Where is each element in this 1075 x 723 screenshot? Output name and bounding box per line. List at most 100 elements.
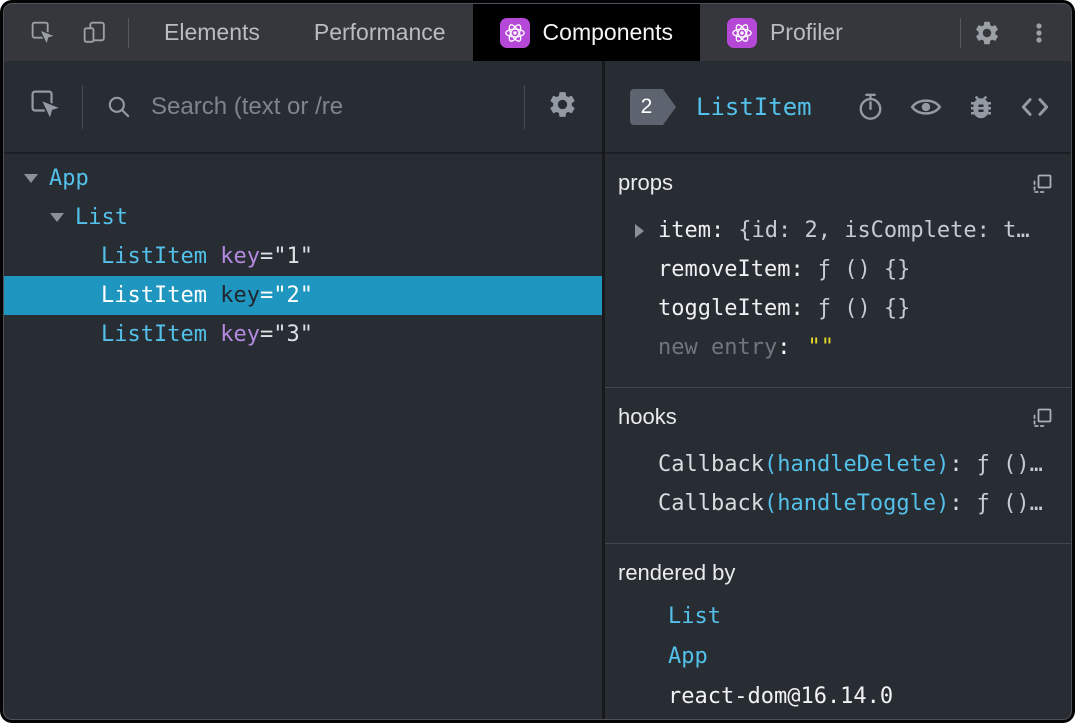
inspect-dom-eye-icon[interactable]	[909, 90, 943, 124]
inspected-element-panel: 2 ListItem props item: {id: 2, isComplet…	[605, 61, 1071, 719]
chevron-right-icon[interactable]	[635, 223, 644, 238]
suspense-stopwatch-icon[interactable]	[855, 91, 886, 122]
prop-value: {id: 2, isComplete: t…	[738, 218, 1030, 243]
rendered-by-title: rendered by	[618, 560, 736, 585]
owner-link[interactable]: App	[668, 644, 708, 669]
react-logo-icon	[726, 17, 757, 48]
toggle-device-toolbar-button[interactable]	[68, 4, 120, 61]
devtools-window: Elements Performance Components Profiler…	[3, 3, 1072, 720]
log-to-console-bug-icon[interactable]	[966, 92, 996, 122]
devtools-settings-button[interactable]	[961, 4, 1013, 61]
prop-key: removeItem:	[658, 257, 804, 282]
copy-icon	[1029, 174, 1055, 201]
tab-label: Profiler	[769, 19, 843, 45]
tree-toolbar	[4, 61, 602, 154]
tab-components[interactable]: Components	[472, 4, 700, 61]
badge-point	[663, 88, 676, 125]
gear-icon	[547, 89, 578, 125]
tab-label: Components	[542, 19, 673, 45]
search-input[interactable]	[149, 91, 514, 122]
view-source-code-icon[interactable]	[1019, 91, 1051, 123]
hook-name: (handleToggle)	[763, 491, 950, 516]
new-entry-colon: :	[777, 335, 791, 360]
devtools-tabbar: Elements Performance Components Profiler	[4, 4, 1071, 61]
tree-row-app[interactable]: App	[4, 159, 602, 198]
inspected-element-header: 2 ListItem	[605, 61, 1071, 154]
inspected-element-details: props item: {id: 2, isComplete: t… remov…	[605, 154, 1071, 719]
component-name: ListItem	[101, 283, 207, 308]
prop-row-removeitem[interactable]: removeItem: ƒ () {}	[618, 250, 1055, 289]
new-prop-entry-row[interactable]: new entry: ""	[618, 328, 1055, 367]
chevron-down-icon[interactable]	[24, 174, 38, 183]
select-element-button[interactable]	[28, 87, 64, 126]
hook-name: (handleDelete)	[763, 452, 950, 477]
key-attribute-name: key	[220, 322, 260, 347]
hook-value: ƒ () {}	[976, 452, 1055, 477]
hook-value: ƒ () {}	[976, 491, 1055, 516]
component-name: ListItem	[101, 244, 207, 269]
copy-hooks-button[interactable]	[1029, 405, 1055, 436]
key-attribute-name: key	[220, 244, 260, 269]
tab-elements[interactable]: Elements	[137, 4, 287, 61]
tab-profiler[interactable]: Profiler	[700, 4, 870, 61]
hooks-section: hooks Callback (handleDelete): ƒ () {C…	[605, 388, 1071, 544]
tree-row-listitem-1[interactable]: ListItem key ="1"	[4, 237, 602, 276]
new-entry-value[interactable]: ""	[807, 335, 834, 360]
inspect-cursor-icon	[29, 19, 56, 46]
prop-key: item:	[658, 218, 725, 243]
hook-type: Callback	[658, 491, 764, 516]
key-attribute-value: ="3"	[259, 322, 313, 347]
owners-stack-badge[interactable]: 2	[630, 88, 676, 125]
hooks-title: hooks	[618, 404, 677, 429]
component-name: ListItem	[101, 322, 207, 347]
react-logo-icon	[499, 17, 530, 48]
rendered-by-row-react-dom: react-dom@16.14.0	[618, 676, 1055, 716]
prop-row-item[interactable]: item: {id: 2, isComplete: t…	[618, 211, 1055, 250]
device-toolbar-icon	[81, 19, 108, 46]
header-actions	[855, 90, 1051, 124]
tabbar-divider	[128, 17, 129, 48]
tab-performance[interactable]: Performance	[287, 4, 473, 61]
chevron-down-icon[interactable]	[50, 213, 64, 222]
key-attribute-name: key	[220, 283, 260, 308]
hook-row-handledelete[interactable]: Callback(handleDelete): ƒ () {}	[618, 445, 1055, 484]
inspect-element-button[interactable]	[16, 4, 68, 61]
hook-type: Callback	[658, 452, 764, 477]
prop-key: toggleItem:	[658, 296, 804, 321]
component-name: List	[75, 205, 128, 230]
prop-value: ƒ () {}	[817, 257, 911, 282]
tree-row-listitem-3[interactable]: ListItem key ="3"	[4, 315, 602, 354]
props-title: props	[618, 170, 674, 195]
tab-label: Elements	[164, 19, 260, 45]
hook-colon: :	[949, 491, 963, 516]
component-tree: App List ListItem key ="1" ListItem key ="…	[4, 154, 602, 719]
toolbar-divider	[524, 84, 525, 129]
owner-link[interactable]: List	[668, 604, 721, 629]
selected-component-name: ListItem	[696, 92, 812, 121]
props-section: props item: {id: 2, isComplete: t… remov…	[605, 154, 1071, 388]
rendered-by-row-app[interactable]: App	[618, 636, 1055, 676]
key-attribute-value: ="1"	[259, 244, 313, 269]
components-panel: App List ListItem key="1" ListItem key="…	[4, 61, 1071, 719]
owners-count: 2	[630, 88, 663, 125]
copy-props-button[interactable]	[1029, 171, 1055, 202]
devtools-window-frame: Elements Performance Components Profiler…	[0, 0, 1075, 723]
tab-label: Performance	[313, 19, 446, 45]
new-entry-placeholder[interactable]: new entry	[658, 335, 777, 360]
search-icon	[105, 93, 133, 121]
key-attribute-value: ="2"	[259, 283, 313, 308]
tree-settings-button[interactable]	[547, 89, 578, 125]
rendered-by-section: rendered by List App react-dom@16.14.0	[605, 544, 1071, 719]
hook-row-handletoggle[interactable]: Callback(handleToggle): ƒ () {}	[618, 484, 1055, 523]
copy-icon	[1029, 408, 1055, 435]
kebab-menu-icon	[1026, 20, 1052, 46]
tree-row-listitem-2-selected[interactable]: ListItem key ="2"	[4, 276, 602, 315]
renderer-version: react-dom@16.14.0	[668, 683, 894, 709]
tree-row-list[interactable]: List	[4, 198, 602, 237]
hook-colon: :	[949, 452, 963, 477]
devtools-menu-button[interactable]	[1013, 4, 1065, 61]
component-name: App	[49, 166, 89, 191]
inspect-cursor-icon	[28, 87, 64, 126]
prop-row-toggleitem[interactable]: toggleItem: ƒ () {}	[618, 289, 1055, 328]
rendered-by-row-list[interactable]: List	[618, 596, 1055, 636]
